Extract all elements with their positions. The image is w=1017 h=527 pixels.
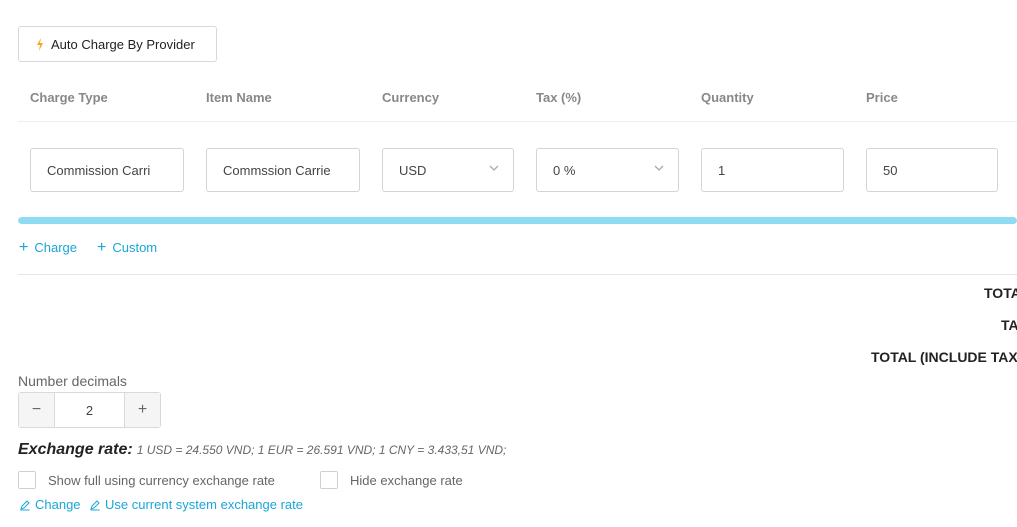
column-tax: Tax (%) bbox=[536, 90, 582, 105]
chevron-down-icon bbox=[654, 165, 664, 171]
auto-charge-label: Auto Charge By Provider bbox=[51, 36, 195, 52]
quantity-field[interactable]: 1 bbox=[701, 148, 844, 192]
price-value: 50 bbox=[883, 162, 898, 178]
column-price: Price bbox=[866, 90, 898, 105]
total-include-tax-label: TOTAL (INCLUDE TAX bbox=[871, 349, 1017, 365]
currency-select[interactable]: USD bbox=[382, 148, 514, 192]
lightning-icon bbox=[37, 37, 43, 51]
currency-value: USD bbox=[399, 162, 427, 178]
quantity-value: 1 bbox=[718, 162, 726, 178]
number-decimals-label: Number decimals bbox=[18, 373, 127, 389]
column-currency: Currency bbox=[382, 90, 440, 105]
pen-icon bbox=[90, 499, 100, 510]
show-full-rate-label: Show full using currency exchange rate bbox=[48, 472, 275, 488]
table-header: Charge Type Item Name Currency Tax (%) Q… bbox=[18, 84, 1017, 122]
item-name-value: Commssion Carrie bbox=[223, 162, 331, 178]
tax-value: 0 % bbox=[553, 162, 576, 178]
item-name-field[interactable]: Commssion Carrie bbox=[206, 148, 360, 192]
hide-rate-checkbox[interactable] bbox=[320, 471, 338, 489]
change-rate-label: Change bbox=[35, 497, 81, 512]
use-system-rate-link[interactable]: Use current system exchange rate bbox=[89, 497, 303, 512]
hide-rate-label: Hide exchange rate bbox=[350, 472, 463, 488]
decimals-input[interactable]: 2 bbox=[55, 393, 124, 427]
decimals-value: 2 bbox=[85, 402, 94, 418]
table-scrollbar[interactable] bbox=[18, 217, 1017, 224]
tax-total-label: TA bbox=[1001, 317, 1017, 333]
pen-icon bbox=[20, 499, 30, 510]
price-field[interactable]: 50 bbox=[866, 148, 998, 192]
tax-select[interactable]: 0 % bbox=[536, 148, 679, 192]
show-full-rate-option[interactable]: Show full using currency exchange rate bbox=[18, 471, 275, 489]
column-quantity: Quantity bbox=[701, 90, 754, 105]
hide-rate-option[interactable]: Hide exchange rate bbox=[320, 471, 463, 489]
charge-type-field[interactable]: Commission Carri bbox=[30, 148, 184, 192]
decimals-stepper: − 2 + bbox=[18, 392, 161, 428]
increment-button[interactable]: + bbox=[124, 393, 160, 427]
column-item-name: Item Name bbox=[206, 90, 272, 105]
exchange-rate-value: 1 USD = 24.550 VND; 1 EUR = 26.591 VND; … bbox=[136, 443, 507, 457]
use-system-rate-label: Use current system exchange rate bbox=[105, 497, 303, 512]
table-scrollbar-thumb[interactable] bbox=[18, 217, 1017, 224]
decrement-button[interactable]: − bbox=[19, 393, 55, 427]
divider bbox=[18, 274, 1017, 275]
charge-type-value: Commission Carri bbox=[47, 162, 151, 178]
auto-charge-button[interactable]: Auto Charge By Provider bbox=[18, 26, 217, 62]
chevron-down-icon bbox=[489, 165, 499, 171]
total-label: TOTA bbox=[984, 285, 1017, 301]
plus-icon: + bbox=[97, 239, 107, 256]
change-rate-link[interactable]: Change bbox=[19, 497, 81, 512]
minus-icon: − bbox=[31, 401, 42, 418]
exchange-rate: Exchange rate: 1 USD = 24.550 VND; 1 EUR… bbox=[18, 441, 506, 459]
add-custom-label: Custom bbox=[112, 240, 158, 255]
add-charge-label: Charge bbox=[34, 240, 77, 255]
add-charge-link[interactable]: + Charge bbox=[19, 239, 77, 256]
plus-icon: + bbox=[19, 239, 29, 256]
plus-icon: + bbox=[137, 401, 148, 418]
column-charge-type: Charge Type bbox=[30, 90, 108, 105]
show-full-rate-checkbox[interactable] bbox=[18, 471, 36, 489]
exchange-rate-label: Exchange rate: bbox=[18, 441, 133, 458]
add-custom-link[interactable]: + Custom bbox=[97, 239, 158, 256]
